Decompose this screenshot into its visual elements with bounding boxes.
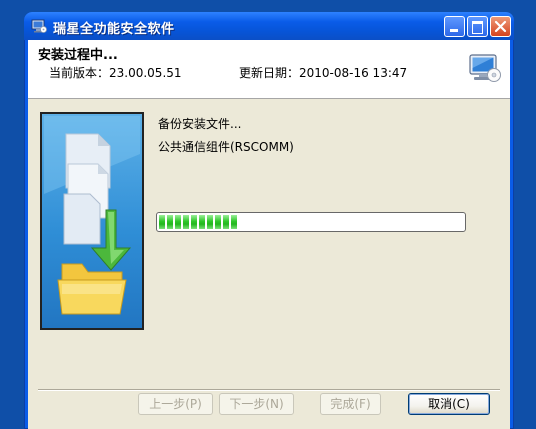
progress-chunk bbox=[199, 215, 205, 229]
finish-button[interactable]: 完成(F) bbox=[320, 393, 381, 415]
close-button[interactable] bbox=[490, 16, 511, 37]
progress-chunk bbox=[223, 215, 229, 229]
title-bar[interactable]: 瑞星全功能安全软件 bbox=[24, 12, 514, 40]
installer-illustration bbox=[40, 112, 144, 330]
install-component-text: 公共通信组件(RSCOMM) bbox=[158, 140, 294, 154]
maximize-icon bbox=[472, 21, 483, 34]
progress-chunk bbox=[167, 215, 173, 229]
progress-chunk bbox=[183, 215, 189, 229]
maximize-button[interactable] bbox=[467, 16, 488, 37]
progress-chunk bbox=[215, 215, 221, 229]
app-icon bbox=[31, 19, 47, 33]
dialog-body: 安装过程中... 当前版本：23.00.05.51 更新日期：2010-08-1… bbox=[28, 40, 510, 429]
button-divider bbox=[38, 389, 500, 391]
close-icon bbox=[494, 20, 507, 33]
minimize-icon bbox=[450, 29, 458, 32]
progress-chunk bbox=[175, 215, 181, 229]
update-date: 更新日期：2010-08-16 13:47 bbox=[239, 66, 408, 80]
current-version: 当前版本：23.00.05.51 bbox=[49, 66, 182, 80]
installer-window: 瑞星全功能安全软件 安装过程中... 当前版本：23.00.05.51 更新日期… bbox=[24, 12, 514, 429]
progress-chunk bbox=[207, 215, 213, 229]
previous-button[interactable]: 上一步(P) bbox=[138, 393, 213, 415]
install-action-text: 备份安装文件... bbox=[158, 117, 242, 131]
progress-chunk bbox=[231, 215, 237, 229]
install-progress-bar bbox=[156, 212, 466, 232]
next-button[interactable]: 下一步(N) bbox=[219, 393, 294, 415]
files-to-folder-icon bbox=[44, 116, 140, 315]
progress-chunk bbox=[159, 215, 165, 229]
monitor-disc-icon bbox=[469, 54, 501, 82]
progress-fill bbox=[159, 215, 237, 229]
minimize-button[interactable] bbox=[444, 16, 465, 37]
header-panel: 安装过程中... 当前版本：23.00.05.51 更新日期：2010-08-1… bbox=[28, 40, 510, 99]
header-title: 安装过程中... bbox=[38, 48, 118, 63]
window-title: 瑞星全功能安全软件 bbox=[53, 22, 175, 37]
cancel-button[interactable]: 取消(C) bbox=[408, 393, 490, 415]
progress-chunk bbox=[191, 215, 197, 229]
